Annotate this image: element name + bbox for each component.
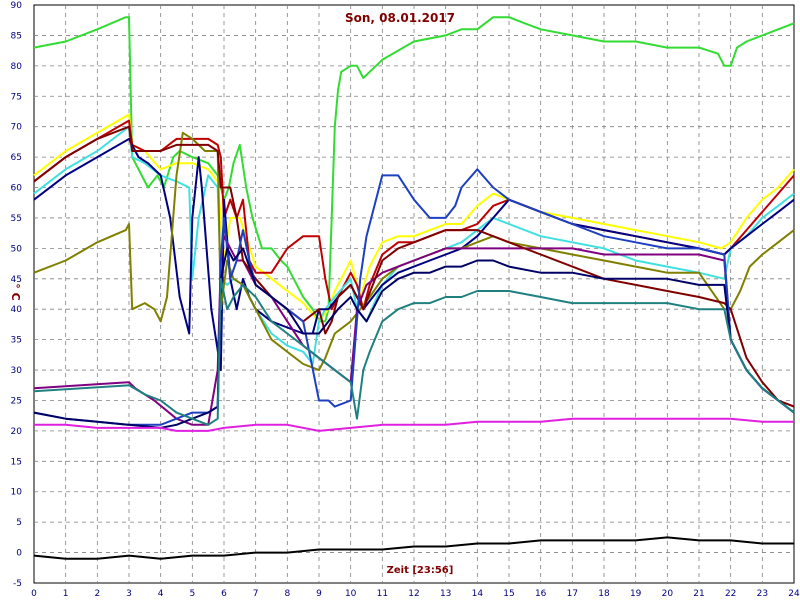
x-tick-label: 11 xyxy=(377,589,388,599)
x-tick-label: 17 xyxy=(567,589,578,599)
x-tick-label: 18 xyxy=(598,589,610,599)
x-tick-label: 21 xyxy=(693,589,704,599)
x-tick-label: 15 xyxy=(503,589,514,599)
y-tick-label: 25 xyxy=(11,396,22,406)
y-axis-label: ° C xyxy=(9,283,22,300)
x-tick-label: 12 xyxy=(408,589,419,599)
x-tick-label: 9 xyxy=(316,589,322,599)
y-tick-label: 40 xyxy=(11,305,23,315)
x-tick-label: 6 xyxy=(221,589,227,599)
chart-title: Son, 08.01.2017 xyxy=(345,11,455,25)
y-tick-label: 20 xyxy=(11,427,23,437)
x-tick-labels: 0 1 2 3 4 5 6 7 8 9 10 11 12 13 14 15 16 17 18 19 20 21 22 23 24 xyxy=(31,589,800,599)
x-tick-label: 5 xyxy=(189,589,195,599)
x-tick-label: 23 xyxy=(757,589,768,599)
y-tick-label: 50 xyxy=(11,244,23,254)
x-tick-label: 20 xyxy=(662,589,674,599)
temperature-chart: -5051015202530354045505560657075808590 0… xyxy=(9,1,800,599)
x-tick-label: 16 xyxy=(535,589,547,599)
x-tick-label: 2 xyxy=(94,589,100,599)
y-tick-label: 15 xyxy=(11,457,22,467)
y-tick-label: 5 xyxy=(16,518,22,528)
y-tick-label: 60 xyxy=(11,184,23,194)
y-tick-label: 10 xyxy=(11,488,23,498)
y-tick-label: 35 xyxy=(11,336,22,346)
x-tick-label: 13 xyxy=(440,589,451,599)
x-tick-label: 4 xyxy=(158,589,164,599)
x-tick-label: 1 xyxy=(63,589,69,599)
x-tick-label: 19 xyxy=(630,589,642,599)
y-tick-label: 30 xyxy=(11,366,23,376)
x-tick-label: 14 xyxy=(472,589,484,599)
y-tick-label: 75 xyxy=(11,92,22,102)
y-tick-label: 65 xyxy=(11,153,22,163)
x-tick-label: 24 xyxy=(788,589,800,599)
y-tick-label: 70 xyxy=(11,123,23,133)
x-tick-label: 3 xyxy=(126,589,132,599)
x-axis-label: Zeit [23:56] xyxy=(387,565,454,576)
x-tick-label: 10 xyxy=(345,589,357,599)
x-tick-label: 0 xyxy=(31,589,37,599)
x-tick-label: 22 xyxy=(725,589,736,599)
y-tick-label: -5 xyxy=(13,579,22,589)
y-tick-label: 85 xyxy=(11,31,22,41)
y-tick-label: 80 xyxy=(11,62,23,72)
x-tick-label: 8 xyxy=(284,589,290,599)
x-tick-label: 7 xyxy=(253,589,259,599)
y-tick-label: 55 xyxy=(11,214,22,224)
y-tick-label: 90 xyxy=(11,1,23,11)
y-tick-label: 0 xyxy=(16,549,22,559)
